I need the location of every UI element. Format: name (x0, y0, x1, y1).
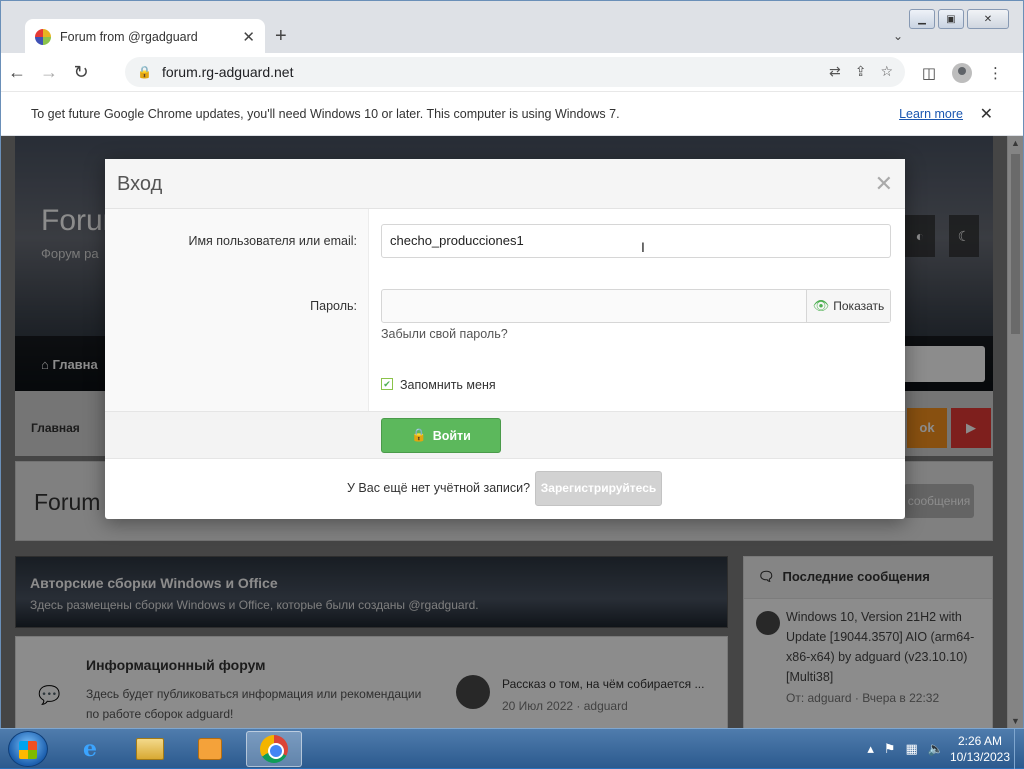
web-page: Forum Форум ра ◐ ☾ ⌂ Главна Главная ok ▶… (1, 136, 1023, 728)
taskbar-clock[interactable]: 2:26 AM 10/13/2023 (950, 733, 1010, 765)
window-controls: ▁ ▣ ✕ (906, 9, 1009, 29)
side-panel-icon[interactable]: ◫ (922, 64, 936, 82)
clock-date: 10/13/2023 (949, 750, 1010, 764)
browser-tab[interactable]: Forum from @rgadguard ✕ (25, 19, 265, 54)
forward-arrow-icon[interactable]: → (33, 62, 65, 83)
window-close-button[interactable]: ✕ (967, 9, 1009, 29)
windows-taskbar: e ▴ ⚑ ▦ 🔈 2:26 AM 10/13/2023 (0, 728, 1024, 769)
infobar-text: To get future Google Chrome updates, you… (31, 106, 620, 121)
login-modal-header: Вход ✕ (105, 159, 905, 209)
network-icon[interactable]: ▦ (906, 741, 918, 757)
windows-logo-icon (19, 741, 37, 759)
forgot-password-link[interactable]: Забыли свой пароль? (381, 327, 508, 341)
login-action-row: 🔒 Войти (105, 411, 905, 459)
omnibox-icons: ⇄ ⇪ ☆ (829, 63, 893, 80)
share-icon[interactable]: ⇪ (855, 63, 867, 80)
start-button[interactable] (8, 731, 48, 767)
login-button-label: Войти (432, 428, 471, 443)
toolbar-right: ◫ ⋮ (922, 63, 1003, 83)
login-button[interactable]: 🔒 Войти (381, 418, 501, 453)
action-center-flag-icon[interactable]: ⚑ (884, 741, 896, 757)
file-explorer-icon[interactable] (122, 731, 178, 767)
eye-icon: 👁 (812, 298, 830, 313)
menu-kebab-icon[interactable]: ⋮ (988, 64, 1003, 82)
login-modal-title: Вход (117, 173, 163, 195)
no-account-text: У Вас ещё нет учётной записи? (347, 481, 531, 495)
tab-search-chevron-icon[interactable]: ⌄ (893, 29, 903, 43)
remember-me-checkbox[interactable]: ✔ (381, 378, 393, 390)
register-button[interactable]: Зарегистрируйтесь (535, 471, 662, 506)
show-password-label: Показать (833, 299, 885, 313)
login-modal: Вход ✕ Имя пользователя или email: chech… (105, 159, 905, 519)
clock-time: 2:26 AM (957, 734, 1002, 748)
lock-icon[interactable]: 🔒 (137, 65, 152, 79)
maximize-button[interactable]: ▣ (938, 9, 964, 29)
chrome-taskbar-icon[interactable] (246, 731, 302, 767)
media-player-icon[interactable] (182, 731, 238, 767)
text-cursor-icon: I (641, 239, 645, 255)
browser-toolbar: ← → ↻ 🔒 forum.rg-adguard.net ⇄ ⇪ ☆ ◫ ⋮ (1, 53, 1023, 91)
system-tray: ▴ ⚑ ▦ 🔈 (867, 741, 944, 757)
new-tab-button[interactable]: + (275, 26, 287, 46)
username-input[interactable]: checho_producciones1 (381, 224, 891, 258)
show-password-button[interactable]: 👁 Показать (806, 290, 890, 322)
tray-expand-icon[interactable]: ▴ (867, 741, 874, 757)
minimize-button[interactable]: ▁ (909, 9, 935, 29)
volume-muted-icon[interactable]: 🔈 (928, 741, 944, 757)
remember-me-label[interactable]: Запомнить меня (400, 378, 496, 392)
tab-title: Forum from @rgadguard (60, 29, 198, 44)
infobar-close-icon[interactable]: ✕ (980, 104, 993, 124)
browser-window: ▁ ▣ ✕ Forum from @rgadguard ✕ + ⌄ ← → ↻ … (0, 0, 1024, 728)
internet-explorer-icon[interactable]: e (62, 731, 118, 767)
learn-more-link[interactable]: Learn more (899, 107, 963, 121)
site-favicon-icon (35, 28, 51, 45)
url-text[interactable]: forum.rg-adguard.net (162, 64, 294, 80)
password-label: Пароль: (310, 299, 357, 313)
update-infobar: To get future Google Chrome updates, you… (1, 91, 1023, 135)
password-input[interactable]: 👁 Показать (381, 289, 891, 323)
profile-avatar-icon[interactable] (952, 63, 972, 83)
tab-strip: ▁ ▣ ✕ Forum from @rgadguard ✕ + ⌄ (1, 1, 1023, 54)
modal-close-icon[interactable]: ✕ (875, 171, 893, 197)
username-label: Имя пользователя или email: (188, 234, 357, 248)
bookmark-star-icon[interactable]: ☆ (880, 63, 893, 80)
address-bar[interactable]: 🔒 forum.rg-adguard.net ⇄ ⇪ ☆ (125, 57, 905, 87)
tab-close-icon[interactable]: ✕ (242, 28, 255, 46)
register-row: У Вас ещё нет учётной записи? Зарегистри… (105, 459, 905, 519)
reload-icon[interactable]: ↻ (65, 62, 97, 83)
translate-icon[interactable]: ⇄ (829, 63, 841, 80)
show-desktop-button[interactable] (1014, 729, 1024, 769)
back-arrow-icon[interactable]: ← (1, 62, 33, 83)
padlock-icon: 🔒 (411, 428, 427, 442)
